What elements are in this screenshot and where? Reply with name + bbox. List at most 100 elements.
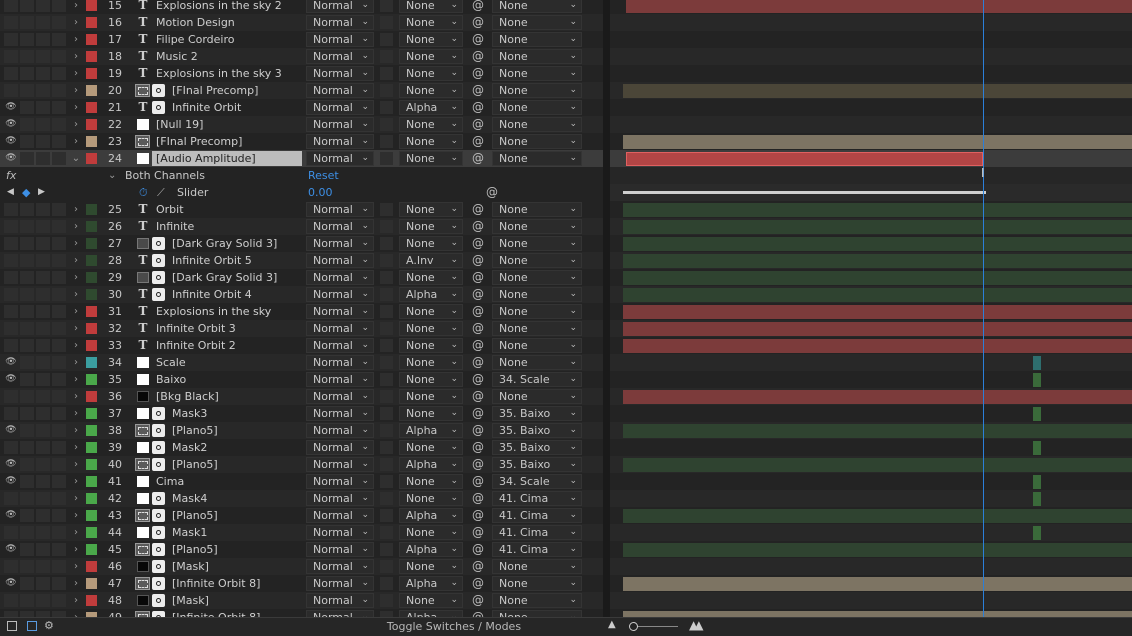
blend-mode-dropdown[interactable]: Normal ⌄ bbox=[306, 542, 374, 557]
layer-row[interactable]: › 16 T Motion Design Normal ⌄ None ⌄ @ None ⌄ bbox=[0, 14, 603, 31]
lock-switch[interactable] bbox=[52, 288, 66, 301]
twirl-chevron-icon[interactable]: › bbox=[70, 99, 82, 116]
twirl-chevron-icon[interactable]: › bbox=[70, 252, 82, 269]
lock-switch[interactable] bbox=[52, 322, 66, 335]
layer-name[interactable]: Motion Design bbox=[156, 14, 235, 31]
track-matte-dropdown[interactable]: Alpha⌄ bbox=[399, 610, 463, 617]
audio-switch[interactable] bbox=[20, 407, 34, 420]
audio-switch[interactable] bbox=[20, 458, 34, 471]
preserve-transparency-checkbox[interactable] bbox=[380, 475, 393, 488]
layer-name[interactable]: Infinite bbox=[156, 218, 194, 235]
layer-duration-bar[interactable] bbox=[623, 84, 1132, 98]
solo-switch[interactable] bbox=[36, 407, 50, 420]
layer-row[interactable]: › 26 T Infinite Normal ⌄ None ⌄ @ None ⌄ bbox=[0, 218, 603, 235]
layer-name[interactable]: Filipe Cordeiro bbox=[156, 31, 235, 48]
audio-switch[interactable] bbox=[20, 356, 34, 369]
twirl-chevron-icon[interactable]: › bbox=[70, 490, 82, 507]
parent-pickwhip-icon[interactable]: @ bbox=[470, 524, 486, 541]
twirl-chevron-icon[interactable]: › bbox=[70, 31, 82, 48]
layer-name[interactable]: [FInal Precomp] bbox=[156, 133, 242, 150]
blend-mode-dropdown[interactable]: Normal ⌄ bbox=[306, 406, 374, 421]
blend-mode-dropdown[interactable]: Normal ⌄ bbox=[306, 491, 374, 506]
label-color-swatch[interactable] bbox=[86, 391, 97, 402]
visibility-eye-icon[interactable]: 👁 bbox=[4, 541, 18, 558]
solo-switch[interactable] bbox=[36, 271, 50, 284]
parent-dropdown[interactable]: None ⌄ bbox=[492, 270, 582, 285]
layer-name[interactable]: [Audio Amplitude] bbox=[152, 151, 302, 166]
audio-switch[interactable] bbox=[20, 475, 34, 488]
label-color-swatch[interactable] bbox=[86, 34, 97, 45]
blend-mode-dropdown[interactable]: Normal ⌄ bbox=[306, 440, 374, 455]
audio-switch[interactable] bbox=[20, 67, 34, 80]
lock-switch[interactable] bbox=[52, 305, 66, 318]
layer-row[interactable]: › 46 [Mask] Normal ⌄ None ⌄ @ None ⌄ bbox=[0, 558, 603, 575]
parent-dropdown[interactable]: None ⌄ bbox=[492, 100, 582, 115]
blend-mode-dropdown[interactable]: Normal ⌄ bbox=[306, 474, 374, 489]
twirl-chevron-icon[interactable]: › bbox=[70, 507, 82, 524]
layer-name[interactable]: Infinite Orbit 4 bbox=[172, 286, 252, 303]
property-value[interactable]: 0.00 bbox=[308, 184, 333, 201]
label-color-swatch[interactable] bbox=[86, 85, 97, 96]
twirl-chevron-icon[interactable]: › bbox=[70, 48, 82, 65]
layer-row[interactable]: 👁 › 21 T Infinite Orbit Normal ⌄ Alpha ⌄ @ None ⌄ bbox=[0, 99, 603, 116]
preserve-transparency-checkbox[interactable] bbox=[380, 492, 393, 505]
layer-duration-bar[interactable] bbox=[623, 220, 1132, 234]
layer-name[interactable]: Mask2 bbox=[172, 439, 207, 456]
lock-switch[interactable] bbox=[52, 577, 66, 590]
frame-blend-icon[interactable]: ⚙ bbox=[44, 619, 54, 632]
twirl-chevron-icon[interactable]: › bbox=[70, 0, 82, 14]
solo-switch[interactable] bbox=[36, 203, 50, 216]
parent-pickwhip-icon[interactable]: @ bbox=[470, 252, 486, 269]
parent-dropdown[interactable]: None ⌄ bbox=[492, 338, 582, 353]
solo-switch[interactable] bbox=[36, 373, 50, 386]
layer-name[interactable]: [FInal Precomp] bbox=[172, 82, 258, 99]
add-keyframe-icon[interactable]: ◆ bbox=[22, 184, 30, 201]
lock-switch[interactable] bbox=[52, 33, 66, 46]
label-color-swatch[interactable] bbox=[86, 510, 97, 521]
audio-switch[interactable] bbox=[20, 594, 34, 607]
label-color-swatch[interactable] bbox=[86, 17, 97, 28]
lock-switch[interactable] bbox=[52, 118, 66, 131]
twirl-chevron-icon[interactable]: › bbox=[70, 133, 82, 150]
layer-row[interactable]: › 17 T Filipe Cordeiro Normal ⌄ None ⌄ @ None ⌄ bbox=[0, 31, 603, 48]
blend-mode-dropdown[interactable]: Normal ⌄ bbox=[306, 134, 374, 149]
layer-row[interactable]: › 33 T Infinite Orbit 2 Normal ⌄ None ⌄ @ None ⌄ bbox=[0, 337, 603, 354]
panel-divider[interactable] bbox=[603, 0, 610, 617]
solo-switch[interactable] bbox=[36, 322, 50, 335]
parent-pickwhip-icon[interactable]: @ bbox=[470, 575, 486, 592]
zoom-in-icon[interactable]: ▲▲ bbox=[689, 618, 704, 632]
solo-switch[interactable] bbox=[36, 543, 50, 556]
solo-switch[interactable] bbox=[36, 118, 50, 131]
layer-row[interactable]: › 18 T Music 2 Normal ⌄ None ⌄ @ None ⌄ bbox=[0, 48, 603, 65]
solo-switch[interactable] bbox=[36, 101, 50, 114]
lock-switch[interactable] bbox=[52, 135, 66, 148]
twirl-chevron-icon[interactable]: › bbox=[70, 388, 82, 405]
parent-dropdown[interactable]: None ⌄ bbox=[492, 219, 582, 234]
lock-switch[interactable] bbox=[52, 390, 66, 403]
layer-name[interactable]: Mask3 bbox=[172, 405, 207, 422]
layer-row[interactable]: 👁 › 41 Cima Normal ⌄ None ⌄ @34. Scale ⌄ bbox=[0, 473, 603, 490]
label-color-swatch[interactable] bbox=[86, 221, 97, 232]
label-color-swatch[interactable] bbox=[86, 119, 97, 130]
track-matte-dropdown[interactable]: None ⌄ bbox=[399, 0, 463, 13]
blend-mode-dropdown[interactable]: Normal ⌄ bbox=[306, 593, 374, 608]
visibility-eye-icon[interactable] bbox=[4, 271, 18, 284]
solo-switch[interactable] bbox=[36, 254, 50, 267]
parent-pickwhip-icon[interactable]: @ bbox=[470, 354, 486, 371]
track-matte-dropdown[interactable]: A.Inv ⌄ bbox=[399, 253, 463, 268]
preserve-transparency-checkbox[interactable] bbox=[380, 254, 393, 267]
layer-duration-bar[interactable] bbox=[623, 458, 1132, 472]
label-color-swatch[interactable] bbox=[86, 289, 97, 300]
layer-row[interactable]: 👁 › 47 [Infinite Orbit 8] Normal ⌄ Alpha ⌄ @ None… bbox=[0, 575, 603, 592]
solo-switch[interactable] bbox=[36, 237, 50, 250]
layer-name[interactable]: [Infinite Orbit 8] bbox=[172, 575, 260, 592]
solo-switch[interactable] bbox=[36, 84, 50, 97]
solo-switch[interactable] bbox=[36, 305, 50, 318]
lock-switch[interactable] bbox=[52, 0, 66, 12]
layer-name[interactable]: Music 2 bbox=[156, 48, 198, 65]
visibility-eye-icon[interactable]: 👁 bbox=[4, 116, 18, 133]
previous-keyframe-icon[interactable]: ◀ bbox=[7, 184, 14, 201]
layer-name[interactable]: Explosions in the sky 2 bbox=[156, 0, 282, 14]
layer-row[interactable]: 👁 › 35 Baixo Normal ⌄ None ⌄ @34. Scale ⌄ bbox=[0, 371, 603, 388]
parent-pickwhip-icon[interactable]: @ bbox=[470, 490, 486, 507]
